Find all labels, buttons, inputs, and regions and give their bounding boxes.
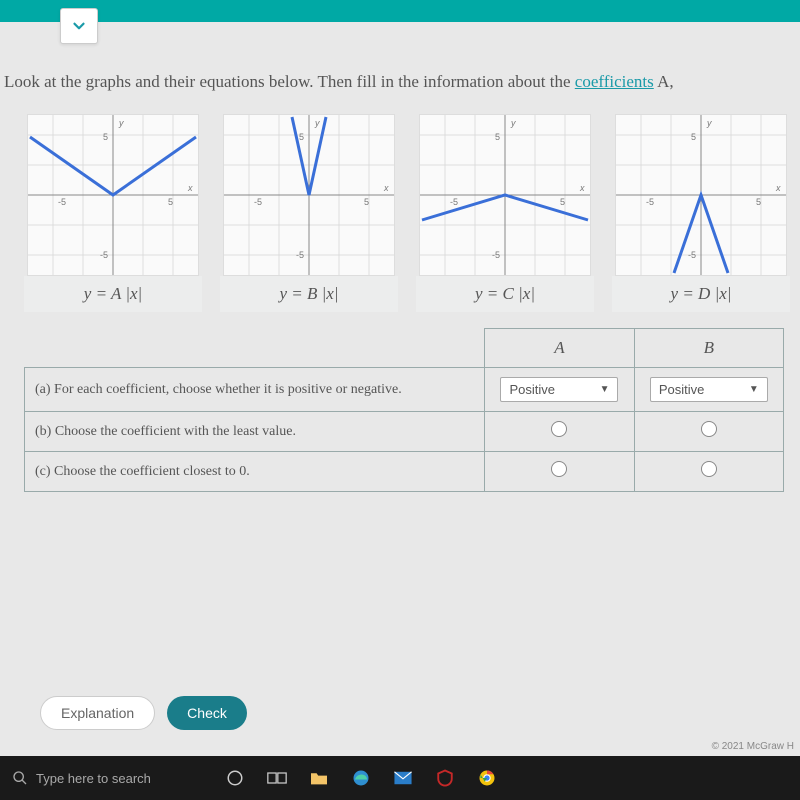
graph-C: -5 5 5 -5 y x bbox=[419, 114, 591, 276]
cortana-icon[interactable] bbox=[225, 768, 245, 788]
svg-text:y: y bbox=[706, 118, 712, 128]
row-c-label: (c) Choose the coefficient closest to 0. bbox=[25, 452, 485, 492]
caret-down-icon: ▼ bbox=[749, 384, 759, 395]
top-bar bbox=[0, 0, 800, 22]
svg-text:5: 5 bbox=[691, 132, 696, 142]
graph-block-A: -5 5 5 -5 y x y = A |x| bbox=[24, 114, 202, 312]
radio-closest-A[interactable] bbox=[551, 461, 567, 477]
svg-text:5: 5 bbox=[560, 197, 565, 207]
svg-text:y: y bbox=[118, 118, 124, 128]
equation-A: y = A |x| bbox=[24, 276, 202, 312]
search-icon bbox=[12, 770, 28, 786]
select-A-sign[interactable]: Positive ▼ bbox=[500, 377, 618, 402]
svg-text:-5: -5 bbox=[688, 250, 696, 260]
svg-text:y: y bbox=[510, 118, 516, 128]
svg-text:5: 5 bbox=[364, 197, 369, 207]
radio-closest-B[interactable] bbox=[701, 461, 717, 477]
svg-text:-5: -5 bbox=[450, 197, 458, 207]
svg-text:5: 5 bbox=[168, 197, 173, 207]
svg-text:-5: -5 bbox=[58, 197, 66, 207]
equation-C: y = C |x| bbox=[416, 276, 594, 312]
graph-B: -5 5 5 -5 y x bbox=[223, 114, 395, 276]
svg-text:5: 5 bbox=[103, 132, 108, 142]
graph-block-C: -5 5 5 -5 y x y = C |x| bbox=[416, 114, 594, 312]
select-B-sign[interactable]: Positive ▼ bbox=[650, 377, 768, 402]
row-b-label: (b) Choose the coefficient with the leas… bbox=[25, 412, 485, 452]
svg-text:5: 5 bbox=[299, 132, 304, 142]
svg-text:-5: -5 bbox=[296, 250, 304, 260]
equation-D: y = D |x| bbox=[612, 276, 790, 312]
header-B: B bbox=[634, 329, 783, 368]
svg-text:x: x bbox=[775, 183, 781, 193]
svg-text:x: x bbox=[579, 183, 585, 193]
collapse-toggle[interactable] bbox=[60, 8, 98, 44]
svg-text:-5: -5 bbox=[492, 250, 500, 260]
graph-block-B: -5 5 5 -5 y x y = B |x| bbox=[220, 114, 398, 312]
graph-A: -5 5 5 -5 y x bbox=[27, 114, 199, 276]
radio-least-B[interactable] bbox=[701, 421, 717, 437]
caret-down-icon: ▼ bbox=[600, 384, 610, 395]
taskbar-search[interactable]: Type here to search bbox=[12, 770, 151, 786]
svg-text:x: x bbox=[383, 183, 389, 193]
svg-text:y: y bbox=[314, 118, 320, 128]
graph-D: -5 5 5 -5 y x bbox=[615, 114, 787, 276]
radio-least-A[interactable] bbox=[551, 421, 567, 437]
svg-text:-5: -5 bbox=[646, 197, 654, 207]
select-B-value: Positive bbox=[659, 382, 705, 397]
mcafee-icon[interactable] bbox=[435, 768, 455, 788]
svg-text:-5: -5 bbox=[100, 250, 108, 260]
header-A: A bbox=[485, 329, 634, 368]
explanation-button[interactable]: Explanation bbox=[40, 696, 155, 730]
instruction-text: Look at the graphs and their equations b… bbox=[4, 72, 790, 92]
coefficients-link[interactable]: coefficients bbox=[575, 72, 654, 91]
copyright-text: © 2021 McGraw H bbox=[712, 741, 794, 752]
check-button[interactable]: Check bbox=[167, 696, 247, 730]
file-explorer-icon[interactable] bbox=[309, 768, 329, 788]
mail-icon[interactable] bbox=[393, 768, 413, 788]
chrome-icon[interactable] bbox=[477, 768, 497, 788]
svg-text:x: x bbox=[187, 183, 193, 193]
task-view-icon[interactable] bbox=[267, 768, 287, 788]
instruction-prefix: Look at the graphs and their equations b… bbox=[4, 72, 575, 91]
row-a-label: (a) For each coefficient, choose whether… bbox=[25, 368, 485, 412]
svg-text:5: 5 bbox=[756, 197, 761, 207]
svg-text:5: 5 bbox=[495, 132, 500, 142]
edge-icon[interactable] bbox=[351, 768, 371, 788]
instruction-suffix: A, bbox=[654, 72, 674, 91]
graphs-row: -5 5 5 -5 y x y = A |x| bbox=[24, 114, 790, 312]
taskbar-search-label: Type here to search bbox=[36, 771, 151, 786]
svg-text:-5: -5 bbox=[254, 197, 262, 207]
graph-block-D: -5 5 5 -5 y x y = D |x| bbox=[612, 114, 790, 312]
select-A-value: Positive bbox=[509, 382, 555, 397]
equation-B: y = B |x| bbox=[220, 276, 398, 312]
windows-taskbar[interactable]: Type here to search bbox=[0, 756, 800, 800]
answer-table: A B (a) For each coefficient, choose whe… bbox=[24, 328, 790, 492]
chevron-down-icon bbox=[70, 17, 88, 35]
